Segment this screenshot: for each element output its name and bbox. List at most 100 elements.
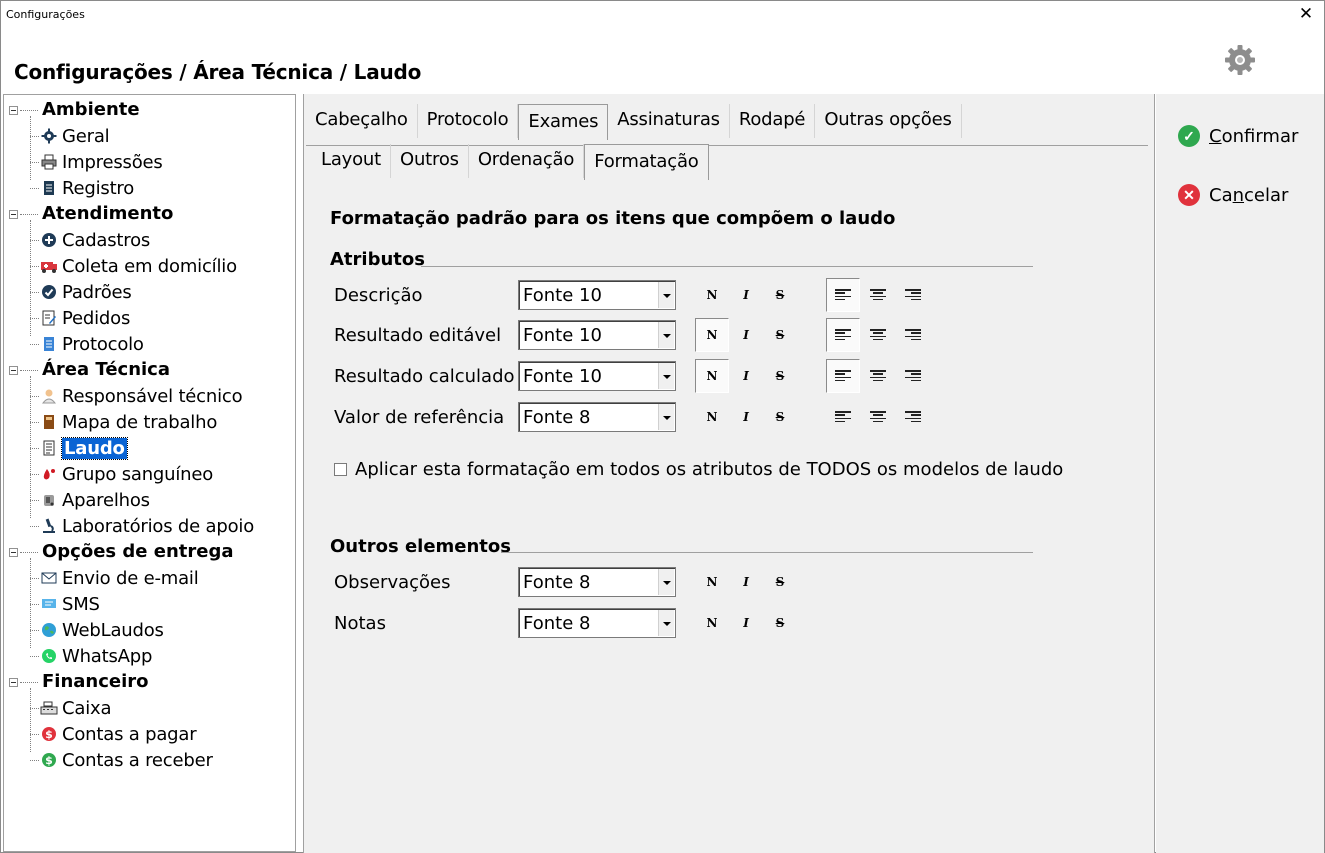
strikethrough-button[interactable]: S xyxy=(763,278,797,312)
chevron-down-icon[interactable] xyxy=(658,363,674,389)
strikethrough-button[interactable]: S xyxy=(763,359,797,393)
font-size-select[interactable]: Fonte 10 xyxy=(518,280,676,310)
tree-connector xyxy=(30,656,39,657)
sidebar-item[interactable]: Cadastros xyxy=(40,228,150,252)
sidebar-item[interactable]: Aparelhos xyxy=(40,488,150,512)
top-tab[interactable]: Assinaturas xyxy=(608,104,730,138)
chevron-down-icon[interactable] xyxy=(658,569,674,595)
align-right-button[interactable] xyxy=(896,359,930,393)
sidebar-item[interactable]: Caixa xyxy=(40,696,111,720)
plus-circle-icon xyxy=(40,231,58,249)
top-tab[interactable]: Outras opções xyxy=(815,104,962,138)
sidebar-item[interactable]: Padrões xyxy=(40,280,132,304)
chevron-down-icon[interactable] xyxy=(658,282,674,308)
align-center-button[interactable] xyxy=(861,278,895,312)
expand-collapse-icon[interactable] xyxy=(9,106,18,115)
italic-button[interactable]: I xyxy=(729,278,763,312)
strikethrough-icon: S xyxy=(775,288,785,302)
strikethrough-button[interactable]: S xyxy=(763,565,797,599)
sidebar-item[interactable]: Geral xyxy=(40,124,110,148)
sidebar-item[interactable]: Protocolo xyxy=(40,332,144,356)
settings-tree[interactable]: Ambiente Geral Impressões Registro Atendimen… xyxy=(3,94,296,852)
expand-collapse-icon[interactable] xyxy=(9,548,18,557)
top-tab[interactable]: Protocolo xyxy=(418,104,519,138)
envelope-icon xyxy=(40,569,58,587)
bold-icon: N xyxy=(706,575,718,589)
sub-tab[interactable]: Formatação xyxy=(584,144,709,180)
align-left-button[interactable] xyxy=(826,400,860,434)
strikethrough-button[interactable]: S xyxy=(763,318,797,352)
bold-button[interactable]: N xyxy=(695,359,729,393)
chevron-down-icon[interactable] xyxy=(658,322,674,348)
align-right-icon xyxy=(905,289,921,301)
align-left-button[interactable] xyxy=(826,318,860,352)
sidebar-item[interactable]: $ Contas a pagar xyxy=(40,722,197,746)
sidebar-item[interactable]: Responsável técnico xyxy=(40,384,243,408)
sub-tab[interactable]: Outros xyxy=(391,144,469,178)
bold-button[interactable]: N xyxy=(695,278,729,312)
italic-button[interactable]: I xyxy=(729,359,763,393)
align-center-button[interactable] xyxy=(861,318,895,352)
sidebar-item[interactable]: WhatsApp xyxy=(40,644,152,668)
sidebar-item[interactable]: SMS xyxy=(40,592,100,616)
chevron-down-icon[interactable] xyxy=(658,610,674,636)
tree-group-label[interactable]: Atendimento xyxy=(42,203,173,224)
font-size-select[interactable]: Fonte 10 xyxy=(518,361,676,391)
italic-button[interactable]: I xyxy=(729,565,763,599)
sidebar-item-label: Cadastros xyxy=(62,229,151,251)
close-icon[interactable]: ✕ xyxy=(1296,4,1316,24)
font-size-select[interactable]: Fonte 10 xyxy=(518,320,676,350)
bold-button[interactable]: N xyxy=(695,565,729,599)
sidebar-item[interactable]: Coleta em domicílio xyxy=(40,254,237,278)
apply-all-checkbox[interactable] xyxy=(334,463,347,476)
align-right-button[interactable] xyxy=(896,278,930,312)
confirm-button[interactable]: ✓ Confirmar xyxy=(1178,125,1298,147)
sidebar-item[interactable]: Pedidos xyxy=(40,306,130,330)
sidebar-item[interactable]: $ Contas a receber xyxy=(40,748,213,772)
sub-tab[interactable]: Ordenação xyxy=(469,144,585,178)
sidebar-item[interactable]: Laudo xyxy=(40,436,128,460)
tree-group-label[interactable]: Ambiente xyxy=(42,99,140,120)
sidebar-item[interactable]: Envio de e-mail xyxy=(40,566,199,590)
globe-icon xyxy=(40,621,58,639)
tree-group-label[interactable]: Área Técnica xyxy=(42,359,170,380)
top-tab[interactable]: Rodapé xyxy=(730,104,816,138)
align-right-button[interactable] xyxy=(896,318,930,352)
sidebar-item[interactable]: Laboratórios de apoio xyxy=(40,514,254,538)
align-right-button[interactable] xyxy=(896,400,930,434)
align-center-button[interactable] xyxy=(861,359,895,393)
sidebar-item[interactable]: Grupo sanguíneo xyxy=(40,462,213,486)
sidebar-item-label: WhatsApp xyxy=(62,645,153,667)
tree-group-label[interactable]: Opções de entrega xyxy=(42,541,234,562)
sidebar-item[interactable]: WebLaudos xyxy=(40,618,164,642)
apply-all-option[interactable]: Aplicar esta formatação em todos os atri… xyxy=(334,459,1063,480)
sidebar-item[interactable]: Registro xyxy=(40,176,134,200)
italic-button[interactable]: I xyxy=(729,400,763,434)
expand-collapse-icon[interactable] xyxy=(9,210,18,219)
bold-button[interactable]: N xyxy=(695,400,729,434)
bold-button[interactable]: N xyxy=(695,318,729,352)
strikethrough-button[interactable]: S xyxy=(763,606,797,640)
tree-group-label[interactable]: Financeiro xyxy=(42,671,149,692)
bold-button[interactable]: N xyxy=(695,606,729,640)
italic-icon: I xyxy=(743,410,749,424)
top-tab[interactable]: Cabeçalho xyxy=(306,104,418,138)
italic-button[interactable]: I xyxy=(729,318,763,352)
align-left-button[interactable] xyxy=(826,359,860,393)
sub-tab[interactable]: Layout xyxy=(312,144,391,178)
italic-button[interactable]: I xyxy=(729,606,763,640)
align-center-button[interactable] xyxy=(861,400,895,434)
expand-collapse-icon[interactable] xyxy=(9,366,18,375)
font-size-select[interactable]: Fonte 8 xyxy=(518,567,676,597)
expand-collapse-icon[interactable] xyxy=(9,678,18,687)
cancel-button[interactable]: ✕ Cancelar xyxy=(1178,184,1288,206)
sidebar-item[interactable]: Impressões xyxy=(40,150,163,174)
align-left-button[interactable] xyxy=(826,278,860,312)
tree-connector xyxy=(30,604,39,605)
top-tab[interactable]: Exames xyxy=(518,104,609,140)
font-size-select[interactable]: Fonte 8 xyxy=(518,608,676,638)
font-size-select[interactable]: Fonte 8 xyxy=(518,402,676,432)
sidebar-item[interactable]: Mapa de trabalho xyxy=(40,410,217,434)
strikethrough-button[interactable]: S xyxy=(763,400,797,434)
chevron-down-icon[interactable] xyxy=(658,404,674,430)
